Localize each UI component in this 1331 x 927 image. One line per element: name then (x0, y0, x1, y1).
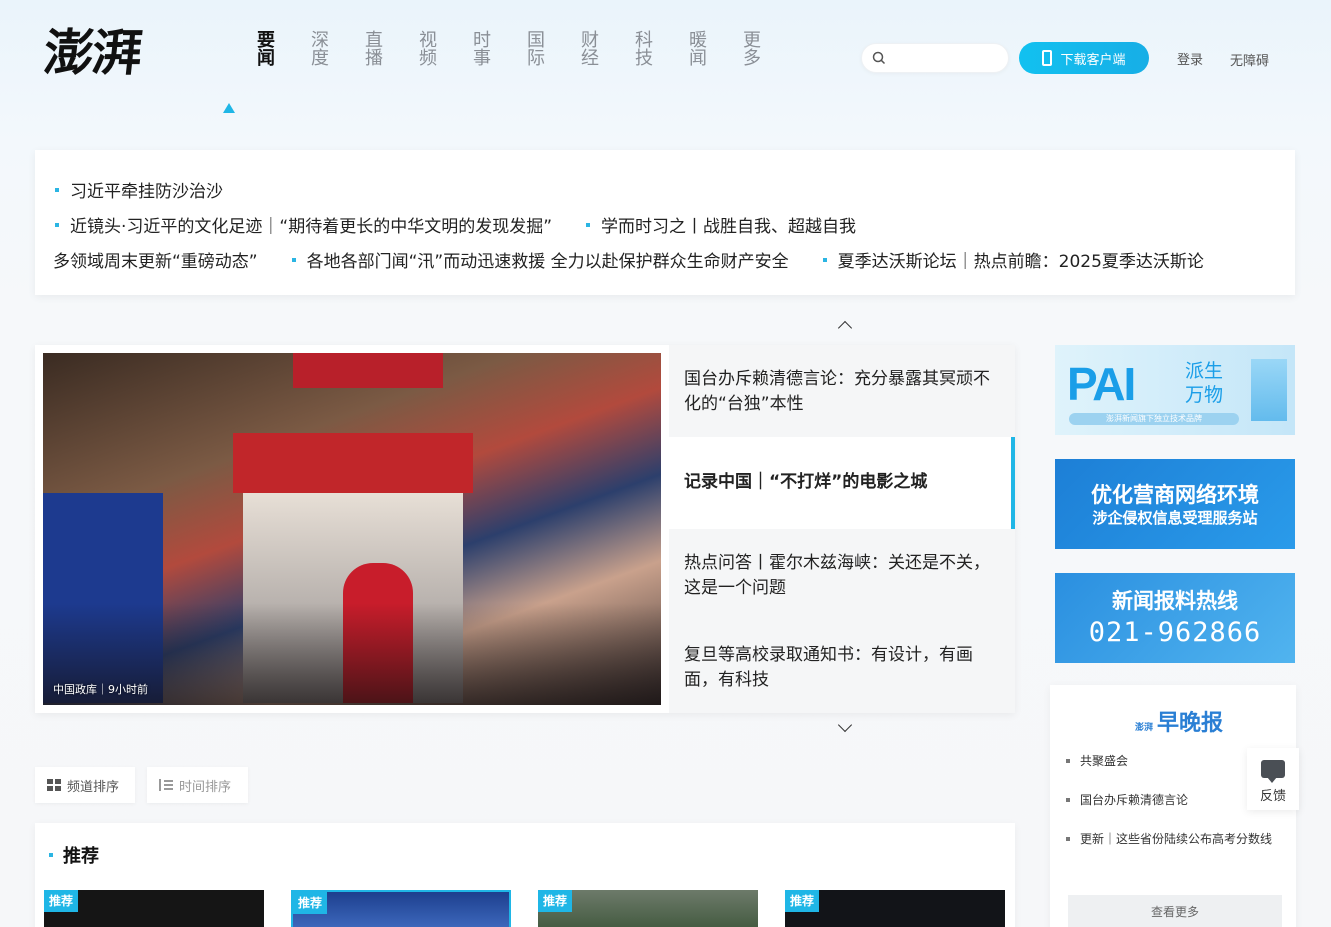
search-input[interactable] (892, 49, 1002, 69)
chat-bubble-icon (1261, 760, 1285, 783)
nav-item-caijing[interactable]: 财经 (544, 30, 599, 74)
hot-topics-panel: 习近平牵挂防沙治沙 近镜头·习近平的文化足迹｜“期待着更长的中华文明的发现发掘”… (35, 150, 1295, 295)
nav-active-indicator (223, 103, 235, 113)
sort-tab-label: 时间排序 (179, 779, 232, 795)
feature-image[interactable]: 中国政库｜9小时前 (43, 353, 661, 705)
banner-subtitle: 涉企侵权信息受理服务站 (1092, 509, 1258, 527)
hotline-number: 021-962866 (1088, 617, 1262, 648)
recommend-card[interactable]: 推荐 (44, 890, 264, 927)
hot-topics-row: 多领域周末更新“重磅动态” 各地各部门闻“汛”而动迅速救援 全力以赴保护群众生命… (53, 247, 1238, 272)
feature-image-caption: 中国政库｜9小时前 (53, 683, 148, 696)
paper-logo[interactable]: 澎湃 早晚报 (1135, 705, 1223, 737)
feature-story-item[interactable]: 国台办斥赖清德言论：充分暴露其冥顽不化的“台独”本性 (669, 345, 1015, 437)
grid-icon (47, 779, 61, 791)
hot-topic-text: 近镜头·习近平的文化足迹｜“期待着更长的中华文明的发现发掘” (70, 217, 553, 237)
paper-logo-small: 澎湃 (1135, 723, 1154, 733)
banner-tagline: 澎湃新闻旗下独立技术品牌 (1069, 413, 1239, 425)
cube-graphic (1251, 359, 1287, 421)
hot-topics-row: 近镜头·习近平的文化足迹｜“期待着更长的中华文明的发现发掘” 学而时习之丨战胜自… (55, 212, 890, 237)
accessibility-link[interactable]: 无障碍 (1230, 50, 1269, 69)
nav-item-zhibo[interactable]: 直播 (328, 30, 383, 74)
nav-item-guoji[interactable]: 国际 (490, 30, 545, 74)
nav-item-keji[interactable]: 科技 (598, 30, 653, 74)
pai-brand-banner[interactable]: PAI 派生万物 澎湃新闻旗下独立技术品牌 (1055, 345, 1295, 435)
hot-topic-text: 学而时习之丨战胜自我、超越自我 (601, 217, 857, 237)
sort-by-time-tab[interactable]: 时间排序 (147, 767, 248, 803)
search-icon[interactable] (872, 51, 886, 65)
main-nav: 要闻 深度 直播 视频 时事 国际 财经 科技 暖闻 更多 (220, 30, 761, 74)
hot-topic-item[interactable]: 夏季达沃斯论坛｜热点前瞻：2025夏季达沃斯论 (822, 247, 1204, 272)
hot-topic-text: 多领域周末更新“重磅动态” (53, 252, 258, 272)
paper-list-item[interactable]: 更新｜这些省份陆续公布高考分数线 (1066, 829, 1282, 850)
hot-topic-item[interactable]: 近镜头·习近平的文化足迹｜“期待着更长的中华文明的发现发掘” (55, 212, 552, 237)
bullet-dot (55, 222, 59, 227)
nav-item-shishi[interactable]: 时事 (436, 30, 491, 74)
view-more-button[interactable]: 查看更多 (1068, 895, 1282, 927)
hot-topic-item[interactable]: 多领域周末更新“重磅动态” (53, 247, 258, 272)
hot-topic-text: 夏季达沃斯论坛｜热点前瞻：2025夏季达沃斯论 (837, 252, 1204, 272)
recommend-badge: 推荐 (293, 892, 327, 914)
recommend-badge: 推荐 (538, 890, 572, 912)
feature-story-list: 国台办斥赖清德言论：充分暴露其冥顽不化的“台独”本性 记录中国｜“不打烊”的电影… (669, 345, 1015, 713)
recommend-badge: 推荐 (44, 890, 78, 912)
download-app-label: 下载客户端 (1060, 52, 1126, 68)
hot-topic-text: 习近平牵挂防沙治沙 (70, 182, 223, 202)
section-title-text: 推荐 (63, 846, 99, 867)
hot-topic-item[interactable]: 各地各部门闻“汛”而动迅速救援 全力以赴保护群众生命财产安全 (291, 247, 789, 272)
feature-story-item[interactable]: 热点问答丨霍尔木兹海峡：关还是不关，这是一个问题 (669, 529, 1015, 621)
chevron-up-icon[interactable] (837, 320, 853, 336)
list-icon (159, 779, 173, 791)
feedback-label: 反馈 (1259, 789, 1286, 804)
phone-icon (1042, 50, 1053, 66)
nav-item-nuanwen[interactable]: 暖闻 (652, 30, 707, 74)
feature-story-item[interactable]: 复旦等高校录取通知书：有设计，有画面，有科技 (669, 621, 1015, 713)
banner-title: 新闻报料热线 (1112, 588, 1238, 613)
feature-story-item-active[interactable]: 记录中国｜“不打烊”的电影之城 (669, 437, 1015, 529)
banner-title: PAI (1067, 358, 1136, 410)
recommend-card[interactable]: 推荐 (291, 890, 511, 927)
recommend-section: 推荐 推荐 推荐 推荐 推荐 (35, 823, 1015, 927)
recommend-card[interactable]: 推荐 (785, 890, 1005, 927)
bullet-dot (291, 257, 296, 262)
paper-logo-text: 早晚报 (1157, 710, 1224, 736)
business-environment-banner[interactable]: 优化营商网络环境 涉企侵权信息受理服务站 (1055, 459, 1295, 549)
nav-item-shendu[interactable]: 深度 (274, 30, 329, 74)
nav-item-shipin[interactable]: 视频 (382, 30, 437, 74)
search-box[interactable] (861, 43, 1009, 73)
news-hotline-banner[interactable]: 新闻报料热线 021-962866 (1055, 573, 1295, 663)
site-header: 澎湃 要闻 深度 直播 视频 时事 国际 财经 科技 暖闻 更多 下载客户端 登… (0, 0, 1331, 130)
image-region (233, 433, 473, 493)
feedback-button[interactable]: 反馈 (1247, 748, 1299, 810)
hot-topics-row: 习近平牵挂防沙治沙 (55, 177, 257, 202)
image-region (293, 353, 443, 388)
recommend-badge: 推荐 (785, 890, 819, 912)
nav-item-yaowen[interactable]: 要闻 (220, 30, 275, 74)
download-app-button[interactable]: 下载客户端 (1019, 42, 1149, 74)
chevron-down-icon[interactable] (837, 717, 853, 733)
bullet-dot (586, 222, 591, 227)
hot-topic-text: 各地各部门闻“汛”而动迅速救援 全力以赴保护群众生命财产安全 (306, 252, 789, 272)
sort-tab-label: 频道排序 (67, 779, 120, 795)
login-link[interactable]: 登录 (1177, 49, 1203, 68)
site-logo[interactable]: 澎湃 (41, 22, 158, 84)
sort-by-channel-tab[interactable]: 频道排序 (35, 767, 135, 803)
bullet-dot (822, 257, 827, 262)
hot-topic-item[interactable]: 学而时习之丨战胜自我、超越自我 (586, 212, 856, 237)
banner-title: 优化营商网络环境 (1091, 482, 1259, 507)
banner-subtitle: 派生万物 (1185, 360, 1224, 406)
feature-carousel: 中国政库｜9小时前 国台办斥赖清德言论：充分暴露其冥顽不化的“台独”本性 记录中… (35, 345, 1015, 713)
section-title: 推荐 (49, 842, 99, 868)
bullet-dot (55, 187, 59, 192)
bullet-dot (49, 853, 53, 857)
recommend-card[interactable]: 推荐 (538, 890, 758, 927)
nav-item-gengduo[interactable]: 更多 (706, 30, 761, 74)
hot-topic-item[interactable]: 习近平牵挂防沙治沙 (55, 177, 223, 202)
